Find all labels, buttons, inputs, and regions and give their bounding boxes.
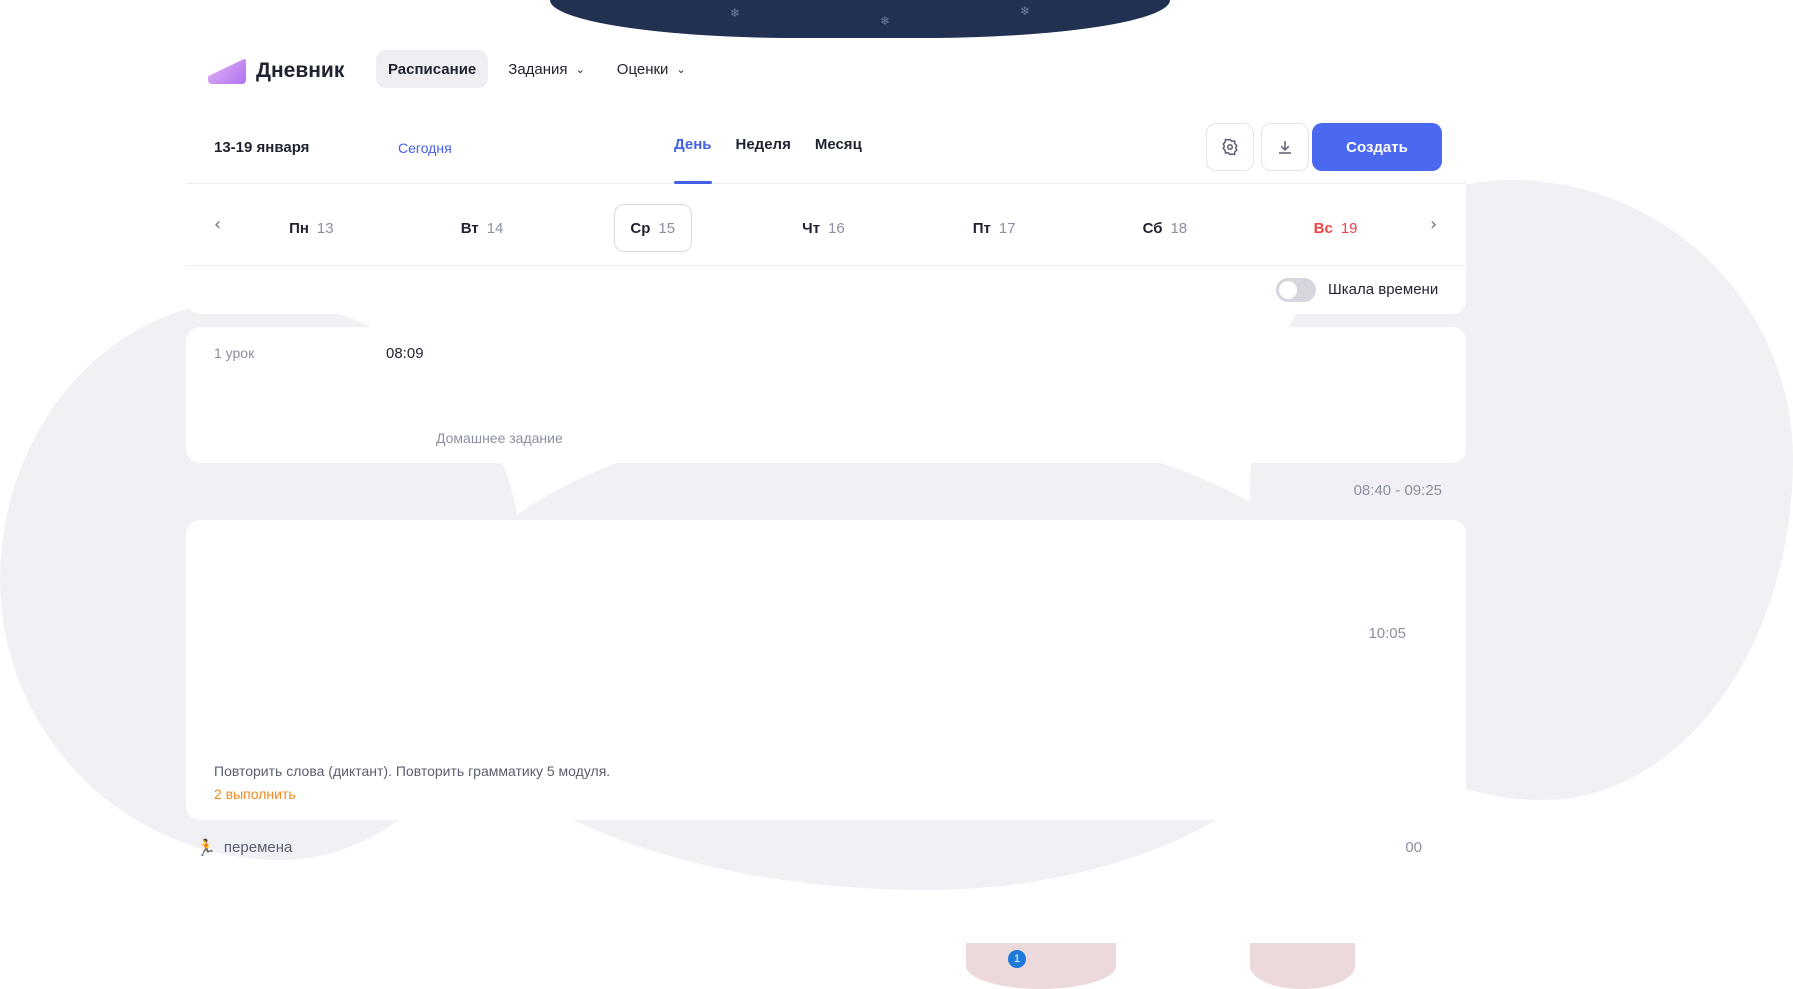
day-name: Пн bbox=[289, 219, 309, 237]
lesson-card[interactable]: 08:40 - 09:25 bbox=[186, 470, 1466, 514]
lesson-card[interactable]: 10:05 Повторить слова (диктант). Повтори… bbox=[186, 520, 1466, 820]
today-link[interactable]: Сегодня bbox=[398, 140, 452, 156]
download-button[interactable] bbox=[1261, 123, 1309, 171]
day-number: 17 bbox=[998, 219, 1016, 237]
day-number: 15 bbox=[658, 219, 676, 237]
lesson-note: Домашнее задание bbox=[436, 430, 563, 446]
top-header: Дневник Расписание Задания ⌄ Оценки ⌄ bbox=[0, 38, 1793, 104]
day-number: 18 bbox=[1170, 219, 1188, 237]
schedule-toolbar: 13-19 января Сегодня День Неделя Месяц С… bbox=[186, 110, 1466, 184]
nav-schedule[interactable]: Расписание bbox=[376, 50, 489, 88]
lesson-card[interactable]: 1 урок 08:09 Домашнее задание bbox=[186, 327, 1466, 463]
brand-name: Дневник bbox=[256, 59, 345, 82]
day-mon[interactable]: Пн 13 bbox=[272, 204, 350, 252]
lesson-number: 1 урок bbox=[214, 345, 255, 361]
day-wed[interactable]: Ср 15 bbox=[613, 204, 692, 252]
lesson-time: 10:05 bbox=[1368, 625, 1406, 642]
snowflake-icon: ❄ bbox=[1020, 4, 1031, 18]
nav-label: Оценки bbox=[616, 60, 669, 78]
day-tue[interactable]: Вт 14 bbox=[443, 204, 521, 252]
day-number: 13 bbox=[316, 219, 334, 237]
day-number: 19 bbox=[1340, 219, 1358, 237]
chevron-down-icon: ⌄ bbox=[676, 62, 686, 76]
schedule-card: 13-19 января Сегодня День Неделя Месяц С… bbox=[186, 110, 1466, 314]
break-row: 🏃 перемена 00 bbox=[196, 829, 1466, 865]
day-thu[interactable]: Чт 16 bbox=[784, 204, 862, 252]
day-name: Вт bbox=[460, 219, 479, 237]
logo-icon bbox=[208, 58, 246, 84]
nav-label: Задания bbox=[508, 60, 568, 78]
break-time: 00 bbox=[1405, 838, 1422, 856]
chevron-down-icon: ⌄ bbox=[575, 62, 585, 76]
download-icon bbox=[1279, 141, 1291, 154]
day-fri[interactable]: Пт 17 bbox=[955, 204, 1033, 252]
decorative-shape bbox=[966, 943, 1116, 989]
todo-link[interactable]: 2 выполнить bbox=[214, 786, 296, 802]
winter-banner: ❄ ❄ ❄ bbox=[550, 0, 1170, 38]
tab-month[interactable]: Месяц bbox=[815, 136, 862, 184]
chevron-right-icon[interactable]: › bbox=[1430, 214, 1437, 235]
day-number: 14 bbox=[486, 219, 504, 237]
nav-assignments[interactable]: Задания ⌄ bbox=[496, 50, 597, 88]
nav-label: Расписание bbox=[388, 60, 477, 78]
lesson-time: 08:40 - 09:25 bbox=[1353, 482, 1442, 499]
settings-button[interactable] bbox=[1206, 123, 1254, 171]
brand-logo[interactable]: Дневник bbox=[208, 58, 344, 84]
days-list: Пн 13 Вт 14 Ср 15 Чт 16 Пт 17 Сб 18 Вс 19 bbox=[226, 204, 1421, 252]
day-selector: ‹ Пн 13 Вт 14 Ср 15 Чт 16 Пт 17 Сб 18 Вс 19 › bbox=[186, 184, 1466, 266]
create-button[interactable]: Создать bbox=[1312, 123, 1442, 171]
timeline-toggle-label: Шкала времени bbox=[1328, 281, 1439, 298]
day-number: 16 bbox=[828, 219, 845, 237]
main-nav: Расписание Задания ⌄ Оценки ⌄ bbox=[376, 50, 698, 88]
snowflake-icon: ❄ bbox=[880, 14, 891, 28]
day-name: Пт bbox=[972, 219, 991, 237]
running-icon: 🏃 bbox=[196, 837, 216, 857]
day-name: Чт bbox=[802, 219, 821, 237]
snowflake-icon: ❄ bbox=[730, 6, 741, 20]
nav-grades[interactable]: Оценки ⌄ bbox=[605, 50, 698, 88]
day-sat[interactable]: Сб 18 bbox=[1126, 204, 1204, 252]
settings-icon bbox=[1222, 138, 1238, 156]
day-sun[interactable]: Вс 19 bbox=[1297, 204, 1375, 252]
timeline-toggle[interactable] bbox=[1276, 278, 1316, 302]
day-name: Сб bbox=[1142, 219, 1163, 237]
tab-week[interactable]: Неделя bbox=[736, 136, 791, 184]
chevron-left-icon[interactable]: ‹ bbox=[214, 214, 221, 235]
decorative-shape bbox=[1250, 943, 1355, 989]
period-label: 13-19 января bbox=[214, 139, 310, 156]
lesson-time: 08:09 bbox=[386, 345, 424, 362]
day-name: Ср bbox=[630, 219, 651, 237]
tab-day[interactable]: День bbox=[674, 136, 712, 184]
break-label: перемена bbox=[223, 838, 293, 856]
view-tabs: День Неделя Месяц bbox=[674, 136, 862, 184]
day-name: Вс bbox=[1313, 219, 1333, 237]
timeline-toggle-row: Шкала времени bbox=[186, 266, 1466, 314]
notification-badge[interactable]: 1 bbox=[1008, 950, 1026, 968]
homework-text: Повторить слова (диктант). Повторить гра… bbox=[214, 763, 611, 779]
